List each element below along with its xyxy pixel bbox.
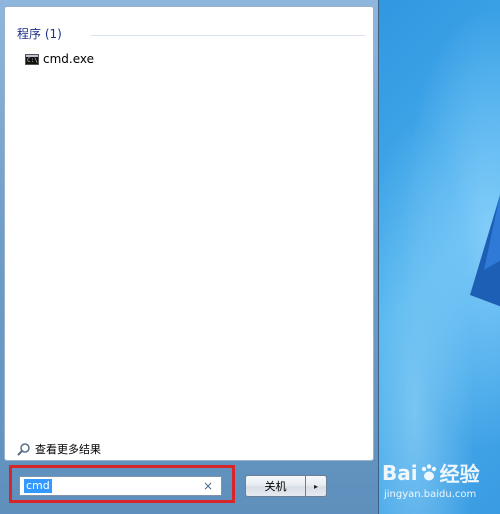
result-item-label: cmd.exe [43, 52, 95, 66]
result-item-cmd[interactable]: C:\ cmd.exe [25, 50, 94, 68]
see-more-results-label: 查看更多结果 [35, 443, 101, 456]
see-more-results-link[interactable]: 查看更多结果 [17, 441, 101, 457]
baidu-paw-icon [421, 463, 436, 480]
desktop: Bai 经验 jingyan.baidu.com 程序 (1) C:\ cmd.… [0, 0, 500, 514]
windows-logo-icon [470, 195, 500, 307]
baidu-jingyan-watermark: Bai 经验 jingyan.baidu.com [382, 458, 480, 501]
start-menu: 程序 (1) C:\ cmd.exe 查看更多结果 cmd × 关机 ▸ [0, 0, 379, 514]
search-box-highlight [9, 465, 235, 503]
programs-group-header: 程序 (1) [17, 27, 62, 41]
shutdown-options-arrow-icon[interactable]: ▸ [305, 475, 327, 497]
shutdown-group: 关机 ▸ [245, 475, 327, 497]
watermark-url: jingyan.baidu.com [384, 489, 477, 500]
watermark-brand-right: 经验 [439, 462, 480, 486]
command-prompt-icon: C:\ [25, 53, 39, 65]
shutdown-button[interactable]: 关机 [245, 475, 305, 497]
search-icon [17, 443, 30, 456]
search-results-pane: 程序 (1) C:\ cmd.exe 查看更多结果 [4, 6, 374, 461]
watermark-brand-left: Bai [382, 460, 418, 485]
header-divider [91, 35, 365, 36]
